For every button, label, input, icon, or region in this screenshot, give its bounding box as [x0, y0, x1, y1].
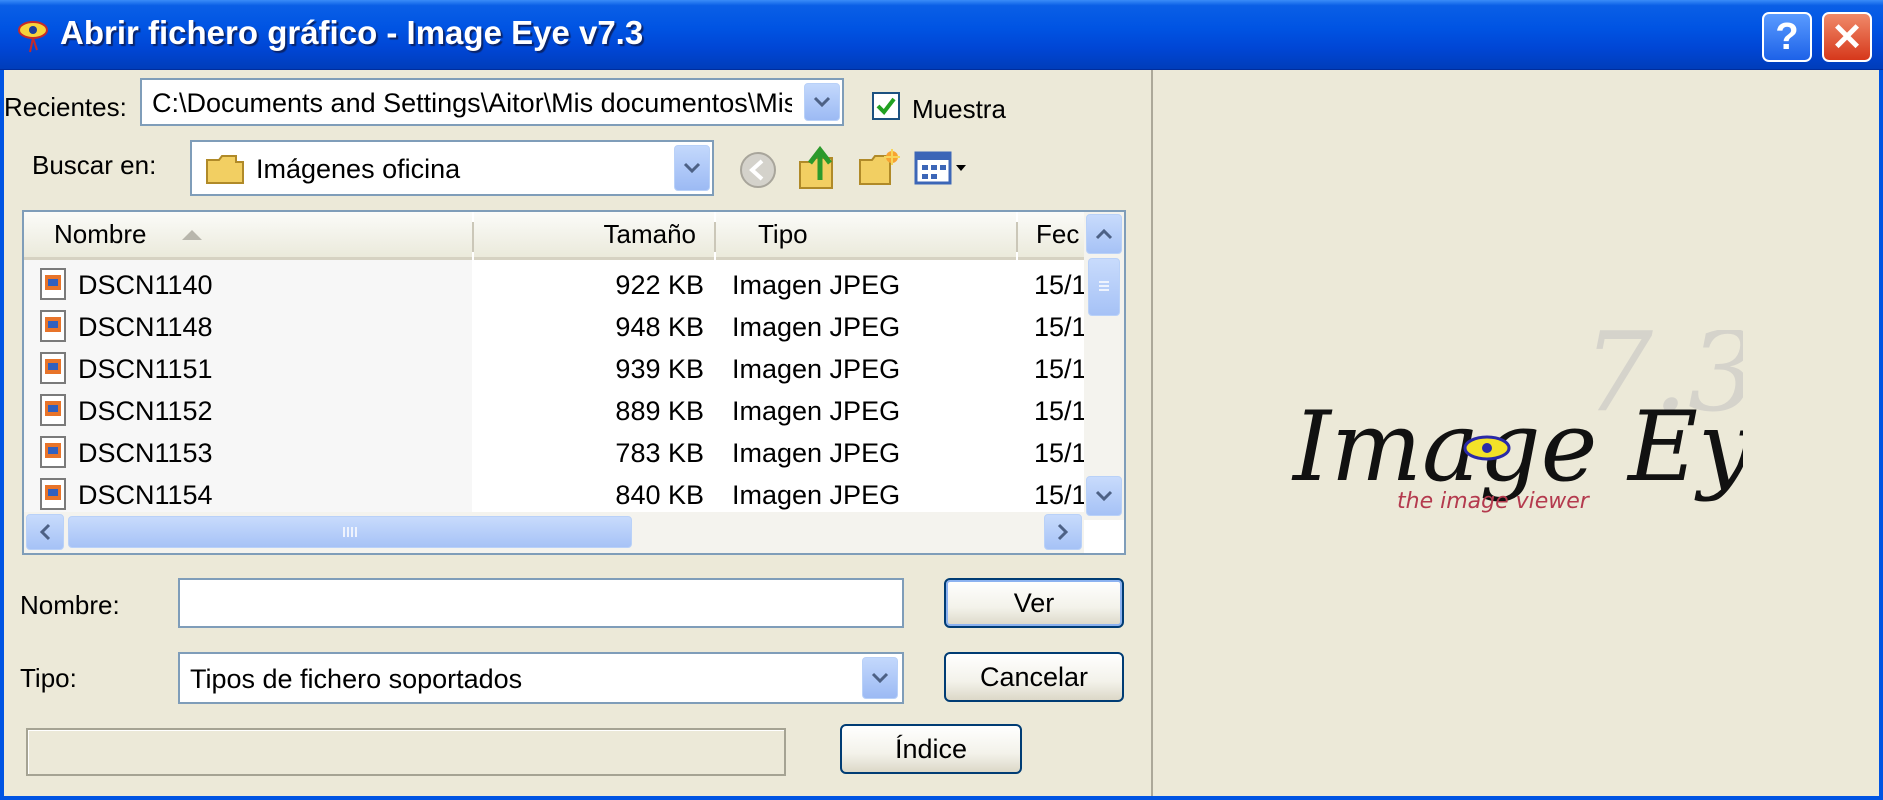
filetype-label: Tipo: [20, 663, 77, 693]
lookin-dropdown-button[interactable] [674, 145, 710, 191]
sort-ascending-icon [182, 229, 203, 240]
jpeg-file-icon [40, 310, 66, 342]
index-button[interactable]: Índice [840, 724, 1022, 774]
jpeg-file-icon [40, 478, 66, 510]
file-name: DSCN1140 [78, 270, 213, 300]
column-header-date[interactable]: Fec [1018, 212, 1088, 260]
filetype-combo[interactable]: Tipos de fichero soportados [178, 652, 904, 704]
file-row[interactable]: DSCN1151 939 KB Imagen JPEG 15/1 [24, 348, 1087, 390]
file-row[interactable]: DSCN1152 889 KB Imagen JPEG 15/1 [24, 390, 1087, 432]
scroll-right-button[interactable] [1044, 514, 1082, 550]
scroll-down-button[interactable] [1086, 476, 1122, 516]
chevron-down-icon [871, 672, 889, 684]
file-type: Imagen JPEG [732, 270, 901, 300]
chevron-right-icon [1057, 523, 1069, 541]
file-size: 922 KB [615, 270, 704, 300]
show-checkbox-label: Muestra [912, 94, 1006, 124]
chevron-down-icon [813, 96, 831, 108]
recent-label: Recientes: [4, 92, 127, 122]
file-list[interactable]: Nombre Tamaño Tipo Fec DSCN1140 922 KB I… [22, 210, 1126, 555]
checkmark-icon [876, 97, 896, 116]
status-bar [26, 728, 786, 776]
column-size-label: Tamaño [603, 219, 697, 249]
logo-tagline: the image viewer [1397, 489, 1591, 514]
lookin-combo[interactable]: Imágenes oficina [190, 140, 714, 196]
view-button[interactable]: Ver [944, 578, 1124, 628]
filename-input[interactable] [178, 578, 904, 628]
chevron-up-icon [1095, 228, 1113, 240]
preview-panel: 7.3 Image Eye the image viewer [1151, 70, 1879, 796]
file-type: Imagen JPEG [732, 354, 901, 384]
column-name-label: Nombre [54, 219, 147, 249]
file-type: Imagen JPEG [732, 396, 901, 426]
column-header-type[interactable]: Tipo [716, 212, 1016, 260]
file-row[interactable]: DSCN1148 948 KB Imagen JPEG 15/1 [24, 306, 1087, 348]
new-folder-icon[interactable] [858, 148, 900, 188]
column-type-label: Tipo [758, 219, 808, 249]
lookin-folder: Imágenes oficina [256, 154, 461, 184]
title-bar[interactable]: Abrir fichero gráfico - Image Eye v7.3 ?… [0, 0, 1883, 70]
horizontal-scroll-thumb[interactable] [68, 516, 632, 548]
column-header-name[interactable]: Nombre [24, 212, 472, 260]
column-header-size[interactable]: Tamaño [474, 212, 714, 260]
file-size: 948 KB [615, 312, 704, 342]
file-name: DSCN1152 [78, 396, 213, 426]
close-button[interactable]: ✕ [1822, 12, 1872, 62]
file-row[interactable]: DSCN1140 922 KB Imagen JPEG 15/1 [24, 264, 1087, 306]
recent-path: C:\Documents and Settings\Aitor\Mis docu… [152, 88, 792, 118]
file-size: 889 KB [615, 396, 704, 426]
file-row[interactable]: DSCN1153 783 KB Imagen JPEG 15/1 [24, 432, 1087, 474]
file-date: 15/1 [1034, 312, 1087, 342]
jpeg-file-icon [40, 436, 66, 468]
horizontal-scrollbar[interactable] [24, 512, 1084, 553]
image-eye-logo: 7.3 Image Eye the image viewer [1283, 308, 1809, 590]
file-name: DSCN1153 [78, 438, 213, 468]
filetype-value: Tipos de fichero soportados [190, 664, 523, 694]
help-button[interactable]: ? [1762, 12, 1812, 62]
vertical-scrollbar[interactable] [1084, 212, 1124, 520]
window-title: Abrir fichero gráfico - Image Eye v7.3 [60, 14, 644, 51]
file-size: 840 KB [615, 480, 704, 510]
chevron-down-icon [1095, 490, 1113, 502]
filename-label: Nombre: [20, 590, 120, 620]
folder-icon [206, 154, 244, 184]
app-eye-icon [14, 16, 52, 54]
chevron-down-icon [683, 162, 701, 174]
scroll-up-button[interactable] [1086, 214, 1122, 254]
file-name: DSCN1151 [78, 354, 213, 384]
file-name: DSCN1154 [78, 480, 213, 510]
cancel-button[interactable]: Cancelar [944, 652, 1124, 702]
filetype-dropdown-button[interactable] [862, 657, 898, 699]
recent-combo[interactable]: C:\Documents and Settings\Aitor\Mis docu… [140, 78, 844, 126]
file-name: DSCN1148 [78, 312, 213, 342]
up-folder-icon[interactable] [798, 145, 838, 190]
recent-dropdown-button[interactable] [804, 83, 840, 121]
file-date: 15/1 [1034, 354, 1087, 384]
file-size: 783 KB [615, 438, 704, 468]
file-type: Imagen JPEG [732, 312, 901, 342]
jpeg-file-icon [40, 352, 66, 384]
file-date: 15/1 [1034, 396, 1087, 426]
file-date: 15/1 [1034, 270, 1087, 300]
vertical-scroll-thumb[interactable] [1088, 258, 1120, 316]
file-date: 15/1 [1034, 480, 1084, 510]
file-type: Imagen JPEG [732, 438, 901, 468]
file-size: 939 KB [615, 354, 704, 384]
file-type: Imagen JPEG [732, 480, 901, 510]
logo-text: Image Eye [1291, 391, 1743, 503]
column-date-label: Fec [1036, 219, 1080, 249]
scroll-left-button[interactable] [26, 514, 64, 550]
jpeg-file-icon [40, 394, 66, 426]
grip-icon [343, 527, 357, 537]
grip-icon [1099, 281, 1109, 291]
file-row[interactable]: DSCN1154 840 KB Imagen JPEG 15/1 [24, 474, 1084, 516]
lookin-label: Buscar en: [32, 150, 157, 180]
jpeg-file-icon [40, 268, 66, 300]
show-checkbox[interactable] [872, 92, 900, 120]
back-icon[interactable] [738, 150, 778, 190]
view-menu-icon[interactable] [914, 150, 972, 186]
file-date: 15/1 [1034, 438, 1087, 468]
chevron-left-icon [39, 523, 51, 541]
